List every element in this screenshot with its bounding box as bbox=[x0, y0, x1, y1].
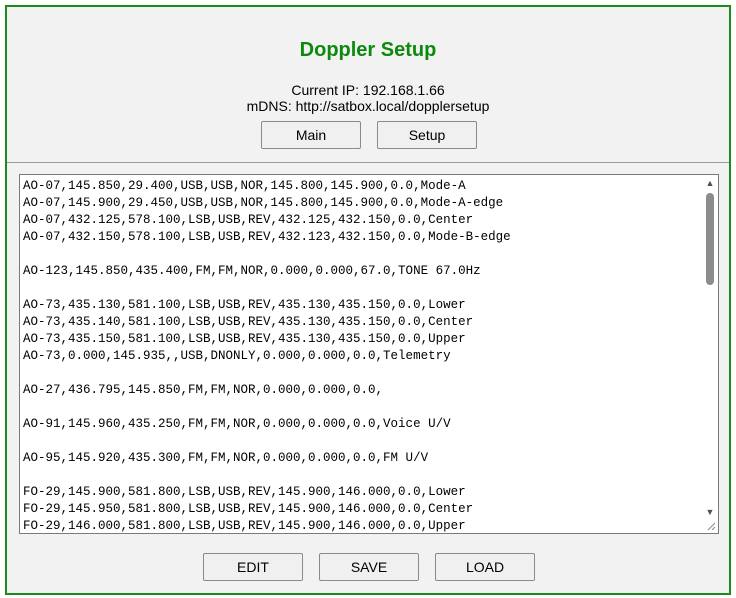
config-line: AO-07,432.125,578.100,LSB,USB,REV,432.12… bbox=[23, 213, 474, 227]
resize-grip-icon[interactable] bbox=[704, 519, 718, 533]
scrollbar-thumb[interactable] bbox=[706, 193, 714, 285]
current-ip-text: Current IP: 192.168.1.66 bbox=[291, 82, 445, 98]
setup-button[interactable]: Setup bbox=[377, 121, 477, 149]
vertical-scrollbar[interactable]: ▲ ▼ bbox=[702, 175, 718, 533]
scroll-down-arrow-icon[interactable]: ▼ bbox=[702, 505, 718, 519]
config-line: FO-29,145.950,581.800,LSB,USB,REV,145.90… bbox=[23, 502, 474, 516]
config-line bbox=[23, 280, 700, 297]
config-line: AO-123,145.850,435.400,FM,FM,NOR,0.000,0… bbox=[23, 264, 481, 278]
config-line: AO-07,145.850,29.400,USB,USB,NOR,145.800… bbox=[23, 179, 466, 193]
scroll-up-arrow-icon[interactable]: ▲ bbox=[702, 176, 718, 190]
mdns-text: mDNS: http://satbox.local/dopplersetup bbox=[246, 98, 490, 114]
config-line: AO-91,145.960,435.250,FM,FM,NOR,0.000,0.… bbox=[23, 417, 451, 431]
load-button[interactable]: LOAD bbox=[435, 553, 535, 581]
divider bbox=[7, 162, 729, 163]
config-line bbox=[23, 433, 700, 450]
config-line: AO-73,435.130,581.100,LSB,USB,REV,435.13… bbox=[23, 298, 466, 312]
edit-button[interactable]: EDIT bbox=[203, 553, 303, 581]
config-line bbox=[23, 399, 700, 416]
config-line: AO-07,432.150,578.100,LSB,USB,REV,432.12… bbox=[23, 230, 511, 244]
page-title: Doppler Setup bbox=[299, 39, 437, 61]
config-line: AO-27,436.795,145.850,FM,FM,NOR,0.000,0.… bbox=[23, 383, 384, 397]
config-textarea[interactable]: AO-07,145.850,29.400,USB,USB,NOR,145.800… bbox=[19, 174, 719, 534]
config-line: AO-73,435.140,581.100,LSB,USB,REV,435.13… bbox=[23, 315, 474, 329]
config-text-lines[interactable]: AO-07,145.850,29.400,USB,USB,NOR,145.800… bbox=[23, 178, 700, 533]
config-line: FO-29,145.900,581.800,LSB,USB,REV,145.90… bbox=[23, 485, 466, 499]
doppler-setup-panel: Doppler Setup Current IP: 192.168.1.66 m… bbox=[5, 5, 731, 595]
config-line: AO-73,0.000,145.935,,USB,DNONLY,0.000,0.… bbox=[23, 349, 451, 363]
config-line: FO-29,146.000,581.800,LSB,USB,REV,145.90… bbox=[23, 519, 466, 533]
config-line bbox=[23, 467, 700, 484]
save-button[interactable]: SAVE bbox=[319, 553, 419, 581]
config-line: AO-07,145.900,29.450,USB,USB,NOR,145.800… bbox=[23, 196, 504, 210]
config-line: AO-73,435.150,581.100,LSB,USB,REV,435.13… bbox=[23, 332, 466, 346]
main-button[interactable]: Main bbox=[261, 121, 361, 149]
config-line: AO-95,145.920,435.300,FM,FM,NOR,0.000,0.… bbox=[23, 451, 429, 465]
config-line bbox=[23, 246, 700, 263]
config-line bbox=[23, 365, 700, 382]
